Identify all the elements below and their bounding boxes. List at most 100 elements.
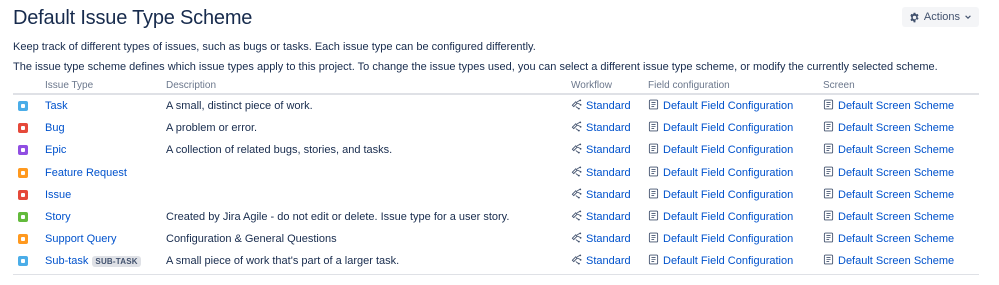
issue-type-link[interactable]: Task [45,100,68,112]
field-configuration-link[interactable]: Default Field Configuration [663,167,793,179]
subtask-lozenge: SUB-TASK [92,255,141,267]
field-configuration-icon [648,143,659,157]
field-configuration-cell: Default Field Configuration [648,206,793,228]
field-configuration-link[interactable]: Default Field Configuration [663,100,793,112]
page-title: Default Issue Type Scheme [13,7,253,29]
table-row: Sub-task SUB-TASK A small piece of work th… [13,250,979,272]
field-configuration-link[interactable]: Default Field Configuration [663,122,793,134]
issue-type-cell: Feature Request [45,162,127,184]
workflow-link[interactable]: Standard [586,189,631,201]
screen-scheme-link[interactable]: Default Screen Scheme [838,211,954,223]
bug-icon [18,123,28,134]
workflow-link[interactable]: Standard [586,233,631,245]
actions-label: Actions [923,11,960,23]
field-configuration-icon [648,166,659,180]
screen-scheme-link[interactable]: Default Screen Scheme [838,255,954,267]
column-header-workflow: Workflow [571,80,612,91]
screen-scheme-link[interactable]: Default Screen Scheme [838,144,954,156]
workflow-icon [571,143,582,157]
screen-cell: Default Screen Scheme [823,206,954,228]
field-configuration-cell: Default Field Configuration [648,95,793,117]
issue-type-cell: Bug [45,117,65,139]
table-header: Issue Type Description Workflow Field co… [13,78,979,95]
issue-icon [18,189,28,200]
workflow-link[interactable]: Standard [586,255,631,267]
epic-icon [18,145,28,156]
story-icon [18,212,28,223]
screen-scheme-link[interactable]: Default Screen Scheme [838,167,954,179]
subtask-icon [18,256,28,267]
screen-scheme-link[interactable]: Default Screen Scheme [838,122,954,134]
issue-type-description: Created by Jira Agile - do not edit or d… [166,211,510,224]
issue-type-link[interactable]: Support Query [45,233,117,245]
feature-request-icon [18,167,28,178]
workflow-link[interactable]: Standard [586,122,631,134]
issue-type-icon-cell [18,184,28,206]
issue-type-icon-cell [18,228,28,250]
issue-type-link[interactable]: Feature Request [45,167,127,179]
field-configuration-icon [648,121,659,135]
issue-type-link[interactable]: Epic [45,144,66,156]
screen-scheme-icon [823,121,834,135]
screen-cell: Default Screen Scheme [823,139,954,161]
field-configuration-icon [648,254,659,268]
screen-cell: Default Screen Scheme [823,184,954,206]
field-configuration-icon [648,188,659,202]
issue-type-description: A collection of related bugs, stories, a… [166,144,393,157]
table-row: Feature Request Standard Default Field Con… [13,162,979,184]
workflow-cell: Standard [571,139,631,161]
field-configuration-cell: Default Field Configuration [648,228,793,250]
actions-button[interactable]: Actions [901,7,979,27]
workflow-cell: Standard [571,117,631,139]
screen-scheme-icon [823,254,834,268]
table-row: Support Query Configuration & General Que… [13,228,979,250]
field-configuration-cell: Default Field Configuration [648,162,793,184]
workflow-link[interactable]: Standard [586,144,631,156]
screen-cell: Default Screen Scheme [823,95,954,117]
issue-type-cell: Task [45,95,68,117]
workflow-cell: Standard [571,162,631,184]
workflow-cell: Standard [571,250,631,272]
workflow-icon [571,166,582,180]
issue-type-icon-cell [18,95,28,117]
issue-type-link[interactable]: Story [45,211,71,223]
issue-type-link[interactable]: Bug [45,122,65,134]
field-configuration-icon [648,232,659,246]
issue-type-link[interactable]: Sub-task [45,255,88,267]
field-configuration-cell: Default Field Configuration [648,117,793,139]
workflow-cell: Standard [571,228,631,250]
screen-scheme-icon [823,188,834,202]
issue-type-icon-cell [18,250,28,272]
column-header-screen: Screen [823,80,855,91]
field-configuration-link[interactable]: Default Field Configuration [663,211,793,223]
column-header-issue-type: Issue Type [45,80,94,91]
screen-scheme-icon [823,232,834,246]
screen-scheme-icon [823,143,834,157]
workflow-link[interactable]: Standard [586,100,631,112]
screen-cell: Default Screen Scheme [823,162,954,184]
screen-cell: Default Screen Scheme [823,250,954,272]
issue-type-cell: Support Query [45,228,117,250]
chevron-down-icon [964,13,972,21]
field-configuration-link[interactable]: Default Field Configuration [663,144,793,156]
table-row: Issue Standard Default Field Configuration… [13,184,979,206]
field-configuration-link[interactable]: Default Field Configuration [663,189,793,201]
screen-scheme-link[interactable]: Default Screen Scheme [838,233,954,245]
workflow-icon [571,254,582,268]
issue-type-description: Configuration & General Questions [166,233,337,246]
screen-scheme-link[interactable]: Default Screen Scheme [838,100,954,112]
workflow-icon [571,210,582,224]
issue-type-link[interactable]: Issue [45,189,71,201]
workflow-icon [571,99,582,113]
column-header-field-configuration: Field configuration [648,80,730,91]
workflow-link[interactable]: Standard [586,167,631,179]
column-header-description: Description [166,80,217,91]
table-row: Bug A problem or error. Standard Default Fi… [13,117,979,139]
screen-scheme-link[interactable]: Default Screen Scheme [838,189,954,201]
workflow-cell: Standard [571,206,631,228]
issue-type-table: Issue Type Description Workflow Field co… [13,78,979,275]
field-configuration-link[interactable]: Default Field Configuration [663,233,793,245]
workflow-link[interactable]: Standard [586,211,631,223]
field-configuration-link[interactable]: Default Field Configuration [663,255,793,267]
table-row: Task A small, distinct piece of work. Stan… [13,95,979,117]
